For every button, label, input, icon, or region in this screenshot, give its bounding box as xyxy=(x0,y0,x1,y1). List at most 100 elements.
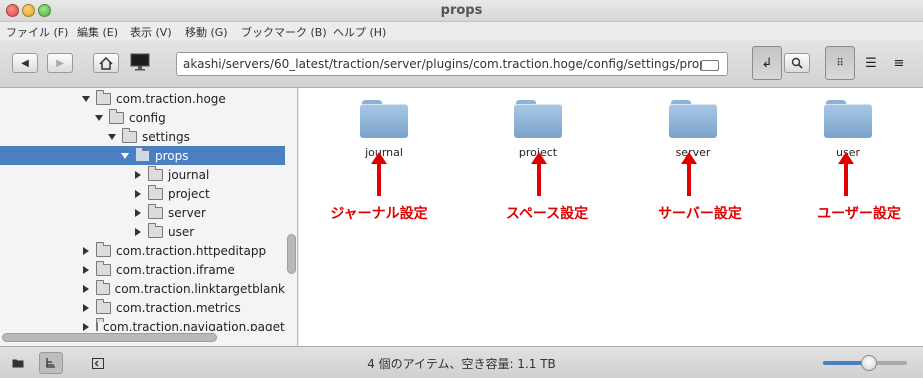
menu-bookmarks[interactable]: ブックマーク (B) xyxy=(241,24,327,40)
collapsed-triangle-icon[interactable] xyxy=(83,322,89,331)
folder-icon xyxy=(148,165,163,181)
collapsed-triangle-icon[interactable] xyxy=(83,265,89,274)
home-button[interactable] xyxy=(93,53,119,73)
collapsed-triangle-icon[interactable] xyxy=(135,208,141,217)
annotation-journal: ジャーナル設定 xyxy=(330,206,428,222)
tree-item-label: com.traction.iframe xyxy=(116,262,235,277)
tree-item[interactable]: server xyxy=(0,203,285,222)
sidebar-horizontal-scroll-thumb[interactable] xyxy=(2,333,217,342)
folder-icon xyxy=(109,108,124,124)
menu-file[interactable]: ファイル (F) xyxy=(6,24,68,40)
tree-item[interactable]: com.traction.hoge xyxy=(0,89,285,108)
collapsed-triangle-icon[interactable] xyxy=(135,227,141,236)
folder-icon xyxy=(96,260,111,276)
search-icon xyxy=(791,57,803,69)
arrow-right-icon: ▶ xyxy=(56,57,64,69)
folder-icon xyxy=(96,279,110,295)
tree-item-label: com.traction.hoge xyxy=(116,91,226,106)
tree-item-label: config xyxy=(129,110,166,125)
tree-item[interactable]: journal xyxy=(0,165,285,184)
folder-icon xyxy=(96,241,111,257)
tree-item-label: project xyxy=(168,186,210,201)
tree-item[interactable]: com.traction.metrics xyxy=(0,298,285,317)
menu-bar: ファイル (F) 編集 (E) 表示 (V) 移動 (G) ブックマーク (B)… xyxy=(0,22,923,40)
folder-icon xyxy=(669,98,717,138)
compact-view-button[interactable]: ≡ xyxy=(884,46,914,80)
folder-icon xyxy=(96,89,111,105)
folder-item-project[interactable]: project xyxy=(493,98,583,159)
folder-icon xyxy=(514,98,562,138)
collapsed-triangle-icon[interactable] xyxy=(135,170,141,179)
path-toggle-icon: ↲ xyxy=(761,55,773,71)
expanded-triangle-icon[interactable] xyxy=(121,152,129,159)
folder-tree-sidebar: com.traction.hoge config settings props jour… xyxy=(0,88,298,346)
folder-icon xyxy=(148,203,163,219)
annotation-arrow-up-icon xyxy=(838,152,854,196)
tree-item[interactable]: com.traction.linktargetblank xyxy=(0,279,285,298)
forward-button[interactable]: ▶ xyxy=(47,53,73,73)
collapsed-triangle-icon[interactable] xyxy=(83,246,89,255)
tree-item[interactable]: com.traction.iframe xyxy=(0,260,285,279)
window-title: props xyxy=(440,3,483,18)
collapsed-triangle-icon[interactable] xyxy=(83,303,89,312)
path-input[interactable]: akashi/servers/60_latest/traction/server… xyxy=(176,52,728,76)
arrow-left-icon: ◀ xyxy=(21,57,29,69)
annotation-project: スペース設定 xyxy=(505,206,589,222)
tree-item[interactable]: com.traction.httpeditapp xyxy=(0,241,285,260)
tree-item[interactable]: props xyxy=(0,146,285,165)
folder-icon xyxy=(148,222,163,238)
collapsed-triangle-icon[interactable] xyxy=(83,284,89,293)
list-view-icon: ☰ xyxy=(865,55,877,71)
folder-item-server[interactable]: server xyxy=(648,98,738,159)
computer-button[interactable] xyxy=(130,53,150,73)
tree-item-label: server xyxy=(168,205,206,220)
icon-view-button[interactable]: ⠿ xyxy=(825,46,855,80)
list-view-button[interactable]: ☰ xyxy=(856,46,886,80)
compact-view-icon: ≡ xyxy=(893,55,905,71)
tree-item-label: settings xyxy=(142,129,190,144)
tree-item-label: com.traction.linktargetblank xyxy=(114,281,285,296)
annotation-arrow-up-icon xyxy=(681,152,697,196)
sidebar-vertical-scroll-thumb[interactable] xyxy=(287,234,296,274)
expanded-triangle-icon[interactable] xyxy=(95,114,103,121)
home-icon xyxy=(99,56,113,70)
folder-icon xyxy=(824,98,872,138)
file-view: journal project server user ジャーナル設定 スペース… xyxy=(299,88,923,346)
tree-item-label: user xyxy=(168,224,195,239)
menu-help[interactable]: ヘルプ (H) xyxy=(333,24,386,40)
folder-item-user[interactable]: user xyxy=(803,98,893,159)
tree-item-label: com.traction.httpeditapp xyxy=(116,243,267,258)
collapsed-triangle-icon[interactable] xyxy=(135,189,141,198)
menu-view[interactable]: 表示 (V) xyxy=(130,24,172,40)
annotation-arrow-up-icon xyxy=(531,152,547,196)
folder-icon xyxy=(148,184,163,200)
tree-item[interactable]: config xyxy=(0,108,285,127)
path-toggle-button[interactable]: ↲ xyxy=(752,46,782,80)
zoom-slider[interactable] xyxy=(823,355,907,371)
tree-item[interactable]: settings xyxy=(0,127,285,146)
annotation-server: サーバー設定 xyxy=(658,206,742,222)
folder-icon xyxy=(135,146,150,162)
toolbar: ◀ ▶ akashi/servers/60_latest/traction/se… xyxy=(0,40,923,88)
sidebar-horizontal-scrollbar[interactable] xyxy=(0,331,286,344)
edit-path-icon[interactable] xyxy=(701,60,719,71)
expanded-triangle-icon[interactable] xyxy=(82,95,90,102)
expanded-triangle-icon[interactable] xyxy=(108,133,116,140)
tree-item-label: journal xyxy=(168,167,210,182)
tree-item-label: props xyxy=(155,148,189,163)
tree-item[interactable]: project xyxy=(0,184,285,203)
menu-go[interactable]: 移動 (G) xyxy=(185,24,228,40)
path-text: akashi/servers/60_latest/traction/server… xyxy=(183,57,714,71)
back-button[interactable]: ◀ xyxy=(12,53,38,73)
folder-item-journal[interactable]: journal xyxy=(339,98,429,159)
tree-item[interactable]: user xyxy=(0,222,285,241)
search-button[interactable] xyxy=(784,53,810,73)
status-bar: 4 個のアイテム、空き容量: 1.1 TB xyxy=(0,346,923,378)
folder-icon xyxy=(122,127,137,143)
annotation-user: ユーザー設定 xyxy=(817,206,901,222)
tree-item-label: com.traction.metrics xyxy=(116,300,241,315)
sidebar-vertical-scrollbar[interactable] xyxy=(286,88,297,346)
title-bar: props xyxy=(0,0,923,22)
computer-icon xyxy=(130,53,150,71)
menu-edit[interactable]: 編集 (E) xyxy=(77,24,118,40)
